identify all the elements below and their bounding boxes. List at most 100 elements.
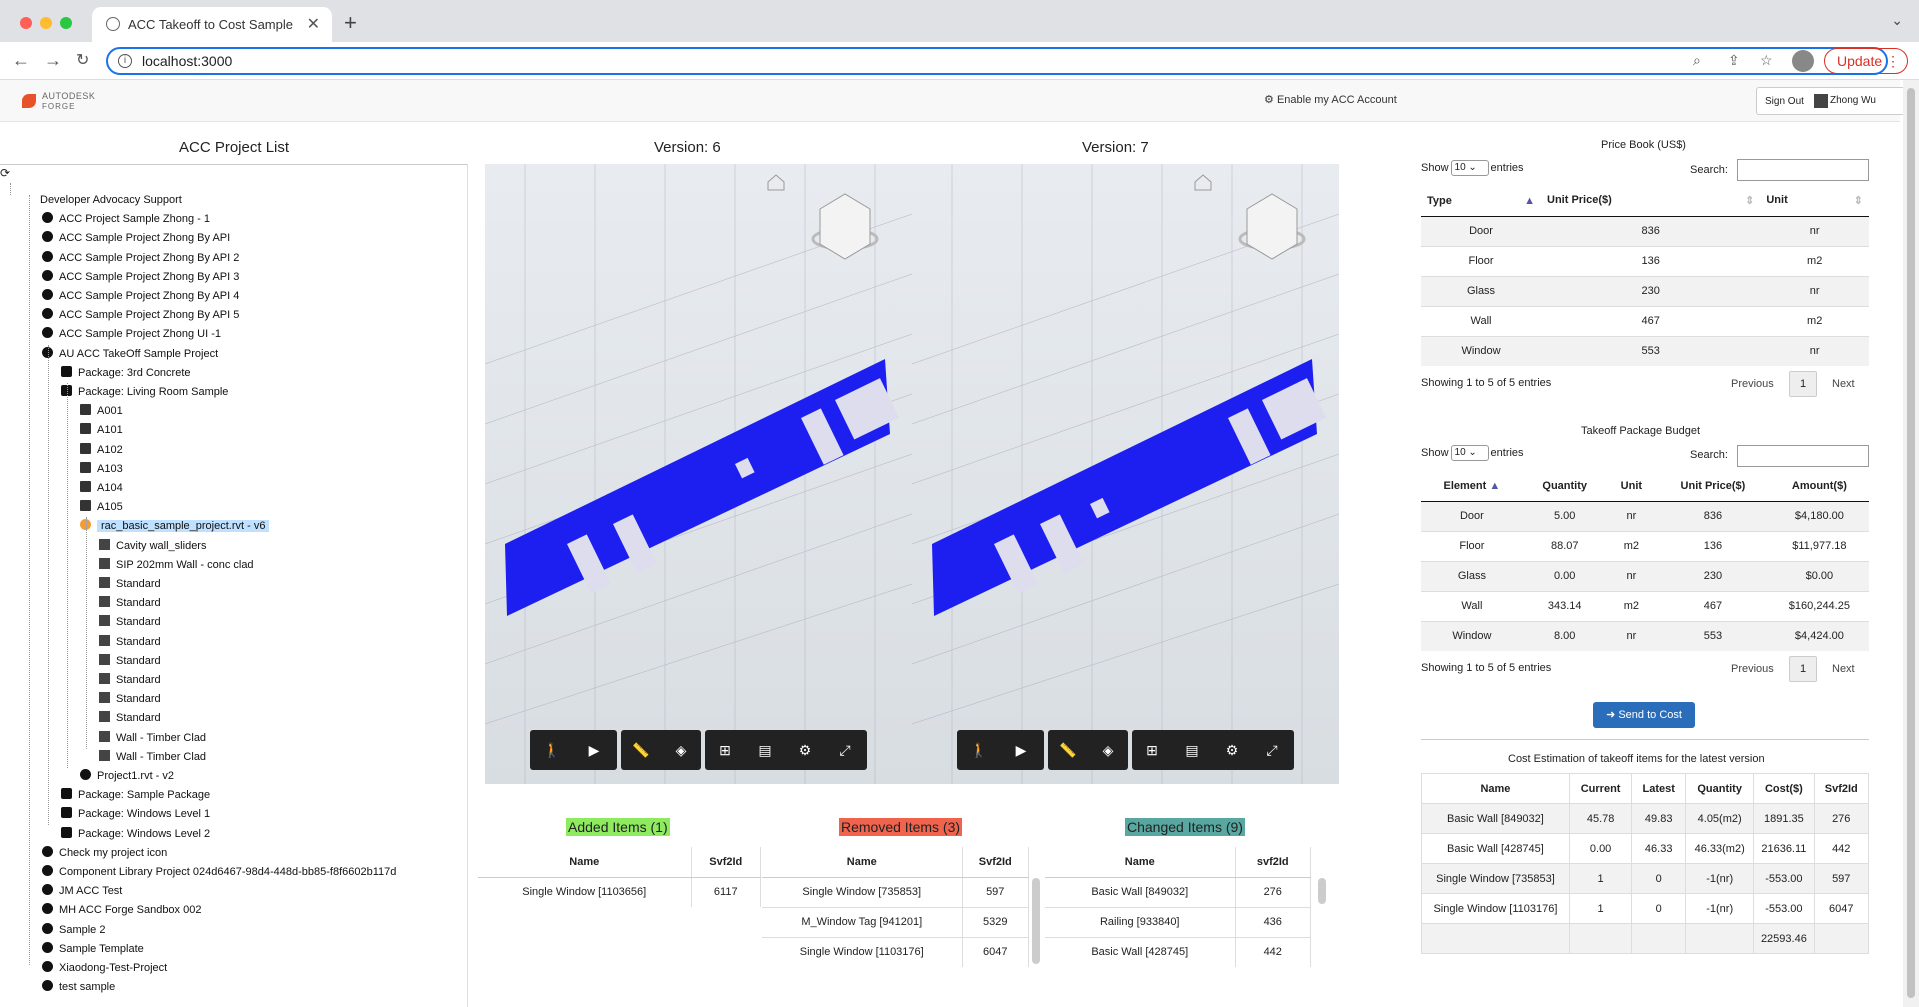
new-tab-button[interactable]: + xyxy=(344,10,357,36)
profile-avatar[interactable] xyxy=(1792,50,1814,72)
col-header[interactable]: Latest xyxy=(1631,773,1687,804)
col-header[interactable]: Name xyxy=(478,847,692,878)
table-row[interactable]: Single Window [735853] 597 xyxy=(762,876,1029,907)
section-icon[interactable]: ◈ xyxy=(661,730,701,770)
viewer-version-7[interactable]: 🚶 ▶ 📏 ◈ ⊞ ▤ ⚙ ⤢ xyxy=(912,164,1339,784)
tree-item[interactable]: rac_basic_sample_project.rvt - v6 xyxy=(80,517,270,535)
send-to-cost-button[interactable]: ➜ Send to Cost xyxy=(1593,702,1695,728)
tab-search-icon[interactable]: ⌄ xyxy=(1891,12,1903,29)
section-icon[interactable]: ◈ xyxy=(1088,730,1128,770)
table-row[interactable]: Railing [933840] 436 xyxy=(1045,906,1311,937)
table-row[interactable]: Single Window [1103176] 6047 xyxy=(762,936,1029,967)
tree-item[interactable]: A102 xyxy=(80,441,123,459)
back-icon[interactable]: ← xyxy=(12,50,30,71)
tree-item[interactable]: ACC Sample Project Zhong By API 5 xyxy=(42,306,239,324)
tree-item[interactable]: ACC Sample Project Zhong By API 4 xyxy=(42,287,239,305)
tree-item[interactable]: Project1.rvt - v2 xyxy=(80,767,174,785)
tree-item[interactable]: Standard xyxy=(99,575,161,593)
col-header[interactable]: Svf2Id xyxy=(1813,773,1869,804)
tree-item[interactable]: Cavity wall_sliders xyxy=(99,537,206,555)
col-header-unit[interactable]: Unit xyxy=(1606,471,1657,502)
entries-select[interactable]: 10 ⌄ xyxy=(1450,160,1489,176)
tree-item[interactable]: Package: Windows Level 1 xyxy=(61,805,210,823)
table-row[interactable]: Wall 343.14 m2 467 $160,244.25 xyxy=(1421,590,1869,621)
tree-item[interactable]: Package: Sample Package xyxy=(61,786,210,804)
table-row[interactable]: Basic Wall [428745] 442 xyxy=(1045,936,1311,967)
properties-icon[interactable]: ▤ xyxy=(745,730,785,770)
fullscreen-icon[interactable]: ⤢ xyxy=(1252,730,1292,770)
budget-prev-button[interactable]: Previous xyxy=(1731,663,1774,675)
tree-item[interactable]: Standard xyxy=(99,594,161,612)
walk-icon[interactable]: 🚶 xyxy=(532,730,572,770)
zoom-icon[interactable]: ⌕ xyxy=(1693,52,1701,69)
table-row[interactable]: Single Window [735853] 1 0 -1(nr) -553.00 597 xyxy=(1421,863,1869,894)
col-header[interactable]: Quantity xyxy=(1685,773,1755,804)
table-row[interactable]: Window 553 nr xyxy=(1421,335,1869,366)
col-header[interactable]: Name xyxy=(762,847,963,878)
tree-item[interactable]: A001 xyxy=(80,402,123,420)
page-scrollbar-thumb[interactable] xyxy=(1907,88,1915,998)
table-row[interactable]: Door 5.00 nr 836 $4,180.00 xyxy=(1421,500,1869,531)
tree-item[interactable]: Xiaodong-Test-Project xyxy=(42,959,167,977)
tree-item[interactable]: Package: Windows Level 2 xyxy=(61,825,210,843)
price-next-button[interactable]: Next xyxy=(1832,378,1855,390)
tree-item[interactable]: ACC Sample Project Zhong By API 2 xyxy=(42,249,239,267)
tree-item[interactable]: Standard xyxy=(99,633,161,651)
tree-item[interactable]: Standard xyxy=(99,613,161,631)
viewcube[interactable] xyxy=(811,193,879,260)
close-tab-icon[interactable]: ✕ xyxy=(307,14,320,34)
tree-item[interactable]: Package: Living Room Sample xyxy=(61,383,228,401)
tree-item[interactable]: A101 xyxy=(80,421,123,439)
tree-item[interactable]: Developer Advocacy Support xyxy=(40,191,182,209)
fullscreen-icon[interactable]: ⤢ xyxy=(825,730,865,770)
col-header[interactable]: Current xyxy=(1568,773,1633,804)
tree-item[interactable]: Component Library Project 024d6467-98d4-… xyxy=(42,863,396,881)
tree-item[interactable]: Standard xyxy=(99,709,161,727)
browser-tab[interactable]: ACC Takeoff to Cost Sample ✕ xyxy=(92,7,332,42)
table-row[interactable]: M_Window Tag [941201] 5329 xyxy=(762,906,1029,937)
table-row[interactable]: Wall 467 m2 xyxy=(1421,305,1869,336)
table-row[interactable]: Floor 136 m2 xyxy=(1421,245,1869,276)
table-row[interactable]: Glass 230 nr xyxy=(1421,275,1869,306)
close-window-button[interactable] xyxy=(20,17,32,29)
col-header-unit[interactable]: Unit ⇕ xyxy=(1760,186,1869,217)
tree-item[interactable]: ACC Sample Project Zhong By API 3 xyxy=(42,268,239,286)
col-header[interactable]: Svf2Id xyxy=(691,847,761,878)
site-info-icon[interactable]: i xyxy=(118,54,132,68)
col-header[interactable]: Name xyxy=(1045,847,1236,878)
forward-icon[interactable]: → xyxy=(44,50,62,71)
tree-item[interactable]: Package: 3rd Concrete xyxy=(61,364,191,382)
col-header-unit-price[interactable]: Unit Price($) xyxy=(1656,471,1770,502)
budget-page-1-button[interactable]: 1 xyxy=(1789,656,1817,682)
measure-icon[interactable]: 📏 xyxy=(1048,730,1088,770)
tree-item[interactable]: AU ACC TakeOff Sample Project xyxy=(42,345,218,363)
col-header-unit-price[interactable]: Unit Price($) ⇕ xyxy=(1541,186,1761,217)
tree-item[interactable]: Sample Template xyxy=(42,940,144,958)
model-browser-icon[interactable]: ⊞ xyxy=(705,730,745,770)
share-icon[interactable]: ⇪ xyxy=(1728,52,1740,69)
table-row[interactable]: Floor 88.07 m2 136 $11,977.18 xyxy=(1421,530,1869,561)
update-button[interactable]: Update ⋮ xyxy=(1824,48,1908,74)
tree-item[interactable]: Check my project icon xyxy=(42,844,167,862)
col-header[interactable]: Cost($) xyxy=(1753,773,1815,804)
tree-item[interactable]: JM ACC Test xyxy=(42,882,122,900)
tree-item[interactable]: Wall - Timber Clad xyxy=(99,748,206,766)
tree-item[interactable]: A105 xyxy=(80,498,123,516)
tree-item[interactable]: MH ACC Forge Sandbox 002 xyxy=(42,901,201,919)
tree-item[interactable]: Standard xyxy=(99,690,161,708)
camera-icon[interactable]: ▶ xyxy=(1001,730,1041,770)
col-header-quantity[interactable]: Quantity xyxy=(1522,471,1607,502)
tree-item[interactable]: ACC Project Sample Zhong - 1 xyxy=(42,210,210,228)
tree-item[interactable]: A104 xyxy=(80,479,123,497)
table-row[interactable]: 22593.46 xyxy=(1421,923,1869,954)
budget-search-input[interactable] xyxy=(1737,445,1869,467)
price-page-1-button[interactable]: 1 xyxy=(1789,371,1817,397)
tree-item[interactable]: ACC Sample Project Zhong UI -1 xyxy=(42,325,221,343)
col-header-element[interactable]: Element ▲ xyxy=(1421,471,1523,502)
measure-icon[interactable]: 📏 xyxy=(621,730,661,770)
model-canvas-v6[interactable] xyxy=(485,164,912,784)
properties-icon[interactable]: ▤ xyxy=(1172,730,1212,770)
price-search-input[interactable] xyxy=(1737,159,1869,181)
viewer-version-6[interactable]: 🚶 ▶ 📏 ◈ ⊞ ▤ ⚙ ⤢ xyxy=(485,164,912,784)
tree-item[interactable]: Standard xyxy=(99,652,161,670)
